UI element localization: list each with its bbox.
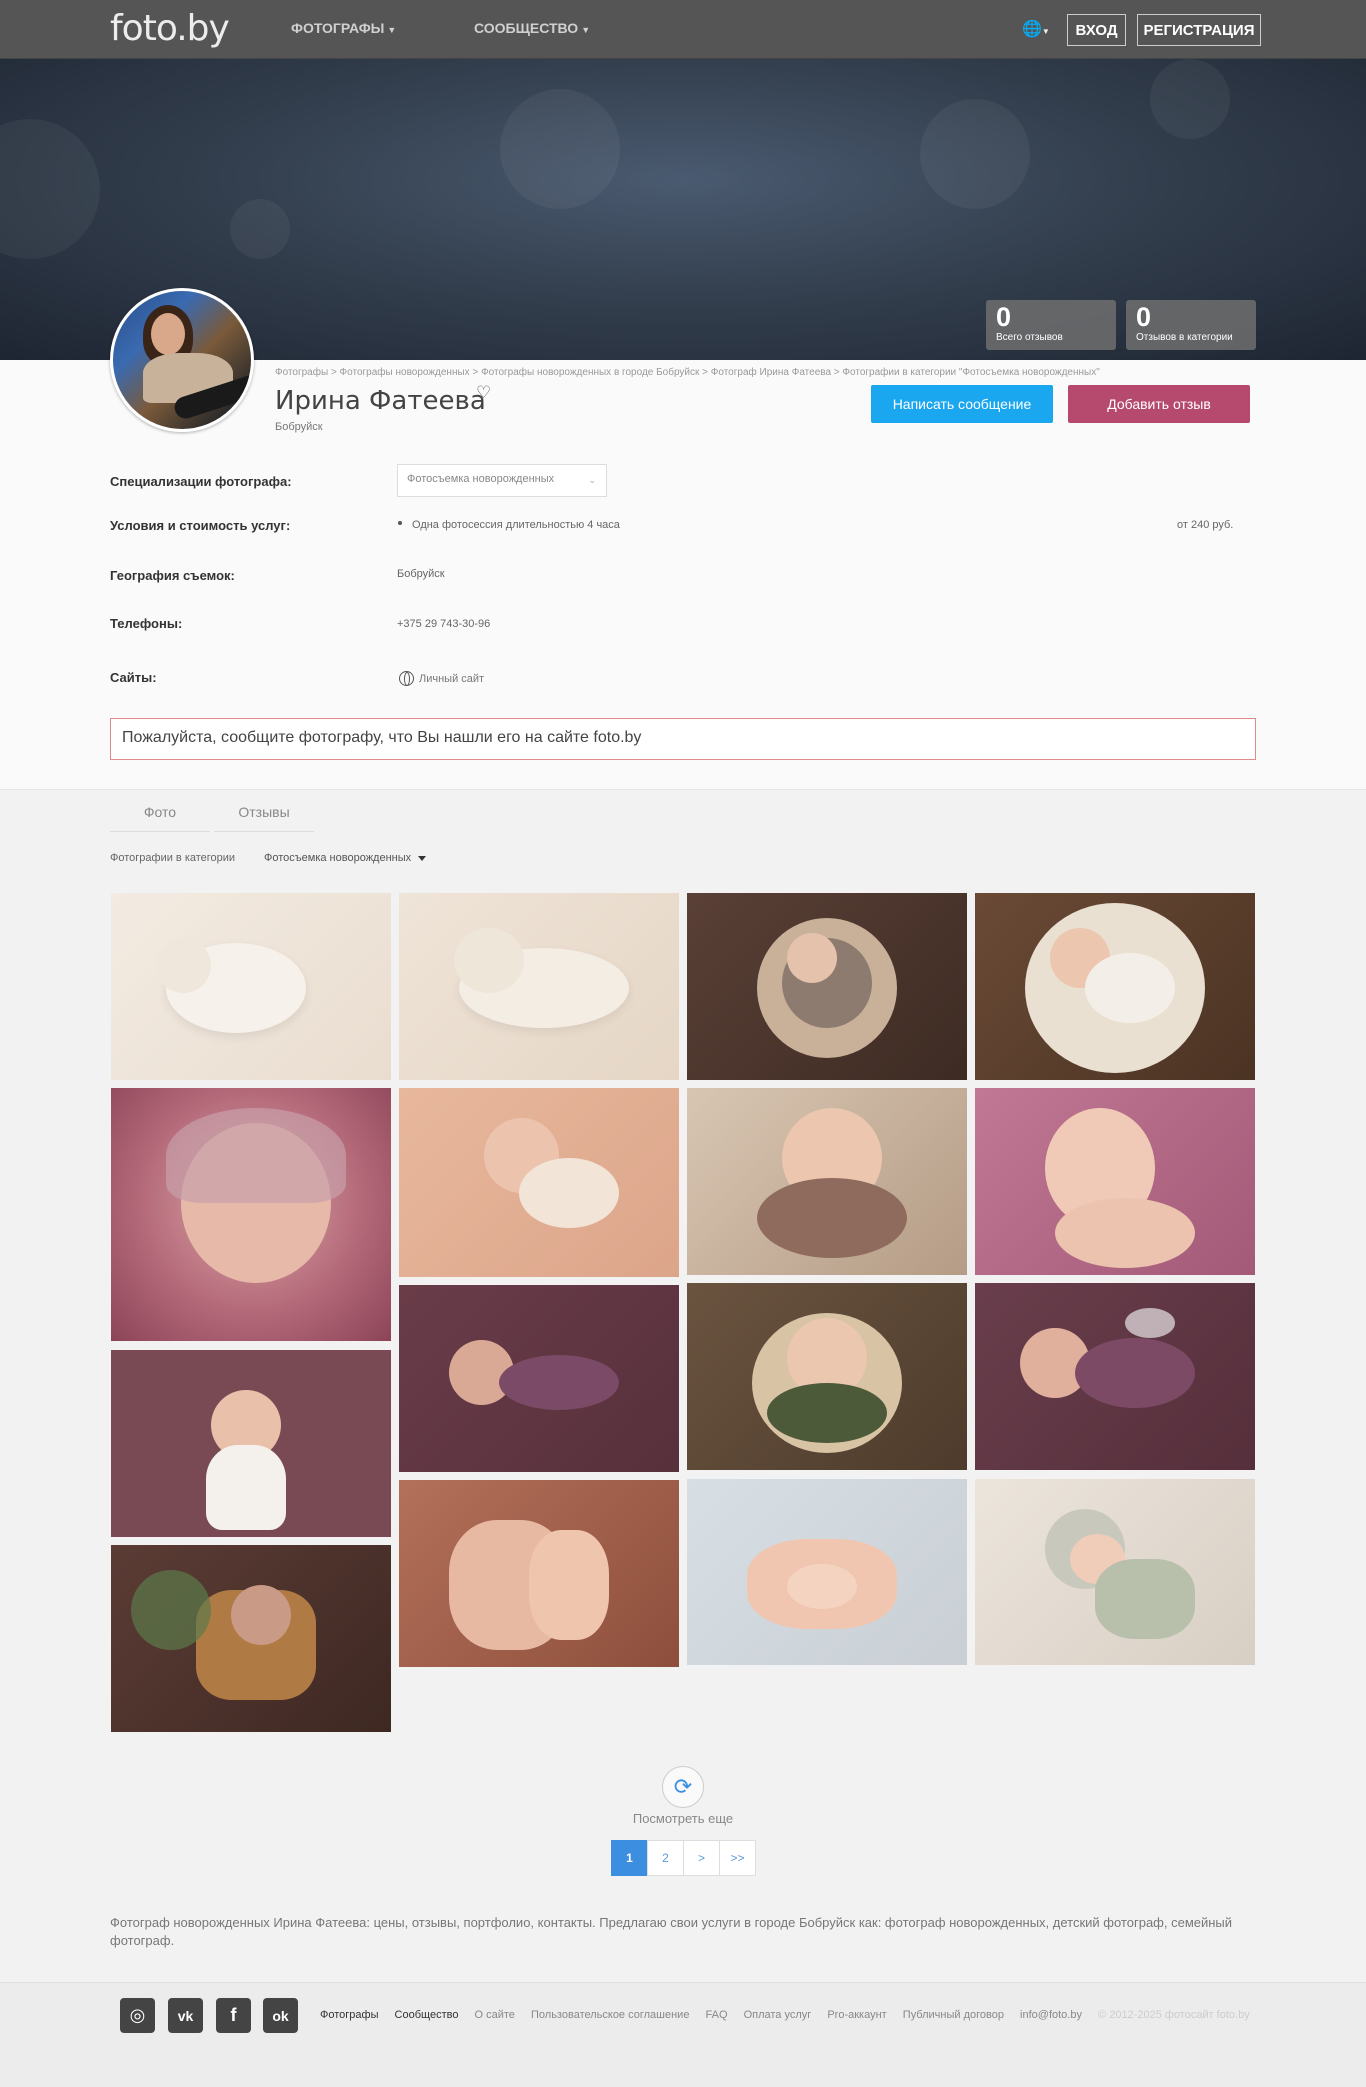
footer-link-email[interactable]: info@foto.by xyxy=(1020,2009,1082,2021)
footer-link-contract[interactable]: Публичный договор xyxy=(903,2009,1004,2021)
category-reviews-label: Отзывов в категории xyxy=(1136,332,1233,343)
terms-item: Одна фотосессия длительностью 4 часа xyxy=(412,519,620,531)
personal-site-link[interactable]: Личный сайт xyxy=(399,671,484,686)
personal-site-label: Личный сайт xyxy=(419,672,485,685)
avatar[interactable] xyxy=(110,288,254,432)
photo-thumbnail[interactable] xyxy=(399,1285,679,1472)
page-1[interactable]: 1 xyxy=(611,1840,648,1876)
refresh-icon[interactable]: ⟳ xyxy=(662,1766,704,1808)
photo-thumbnail[interactable] xyxy=(687,1283,967,1470)
vk-icon[interactable]: vk xyxy=(168,1998,203,2033)
caret-down-icon: ▼ xyxy=(581,25,591,35)
geography-label: География съемок: xyxy=(110,568,235,583)
photo-thumbnail[interactable] xyxy=(399,1088,679,1277)
footer xyxy=(0,1982,1366,2087)
phone-value[interactable]: +375 29 743-30-96 xyxy=(397,618,490,630)
breadcrumb[interactable]: Фотографы > Фотографы новорожденных > Фо… xyxy=(275,367,1100,378)
tab-photo[interactable]: Фото xyxy=(110,792,210,832)
top-navbar: foto.by ФОТОГРАФЫ ▼ СООБЩЕСТВО ▼ 🌐▼ ВХОД Р… xyxy=(0,0,1366,59)
caret-down-icon: ▼ xyxy=(387,25,397,35)
category-reviews-count: 0 xyxy=(1136,302,1152,332)
footer-copyright: © 2012-2025 фотосайт foto.by xyxy=(1098,2009,1250,2021)
language-globe-icon[interactable]: 🌐▼ xyxy=(1022,19,1050,39)
total-reviews-stat: 0 Всего отзывов xyxy=(986,300,1116,350)
photo-thumbnail[interactable] xyxy=(975,1088,1255,1275)
terms-label: Условия и стоимость услуг: xyxy=(110,518,291,533)
photo-thumbnail[interactable] xyxy=(975,893,1255,1080)
instagram-icon[interactable]: ◎ xyxy=(120,1998,155,2033)
nav-community[interactable]: СООБЩЕСТВО ▼ xyxy=(474,20,590,36)
footer-link-pro[interactable]: Pro-аккаунт xyxy=(827,2009,886,2021)
terms-price: от 240 руб. xyxy=(1177,519,1234,531)
add-review-button[interactable]: Добавить отзыв xyxy=(1068,385,1250,423)
specialization-select[interactable]: Фотосъемка новорожденных ⌄ xyxy=(397,464,607,497)
tab-reviews[interactable]: Отзывы xyxy=(214,792,314,832)
photo-thumbnail[interactable] xyxy=(687,1088,967,1275)
globe-icon xyxy=(399,671,414,686)
register-button[interactable]: РЕГИСТРАЦИЯ xyxy=(1137,14,1261,46)
favorite-heart-icon[interactable]: ♡ xyxy=(476,383,491,403)
photo-thumbnail[interactable] xyxy=(111,1088,391,1341)
photo-thumbnail[interactable] xyxy=(687,1479,967,1665)
site-logo[interactable]: foto.by xyxy=(110,8,230,49)
footer-link-faq[interactable]: FAQ xyxy=(706,2009,728,2021)
photographer-name: Ирина Фатеева xyxy=(275,386,486,416)
write-message-button[interactable]: Написать сообщение xyxy=(871,385,1053,423)
page-description: Фотограф новорожденных Ирина Фатеева: це… xyxy=(110,1915,1233,1948)
photo-thumbnail[interactable] xyxy=(975,1283,1255,1470)
odnoklassniki-icon[interactable]: ok xyxy=(263,1998,298,2033)
notice-banner: Пожалуйста, сообщите фотографу, что Вы н… xyxy=(110,718,1256,760)
total-reviews-count: 0 xyxy=(996,302,1012,332)
page-2[interactable]: 2 xyxy=(647,1840,684,1876)
nav-community-label: СООБЩЕСТВО xyxy=(474,20,579,36)
photo-thumbnail[interactable] xyxy=(687,893,967,1080)
specialization-label: Специализации фотографа: xyxy=(110,474,292,489)
category-label: Фотографии в категории xyxy=(110,852,236,864)
specialization-value: Фотосъемка новорожденных xyxy=(407,473,555,485)
page-last[interactable]: >> xyxy=(719,1840,756,1876)
footer-links: Фотографы Сообщество О сайте Пользовател… xyxy=(320,2009,1263,2021)
category-reviews-stat: 0 Отзывов в категории xyxy=(1126,300,1256,350)
nav-photographers[interactable]: ФОТОГРАФЫ ▼ xyxy=(291,20,396,36)
nav-photographers-label: ФОТОГРАФЫ xyxy=(291,20,385,36)
geography-value: Бобруйск xyxy=(397,568,445,580)
caret-down-icon xyxy=(418,855,427,861)
login-button[interactable]: ВХОД xyxy=(1067,14,1126,46)
bullet-icon xyxy=(398,521,402,525)
load-more-label[interactable]: Посмотреть еще xyxy=(0,1811,1366,1826)
photo-thumbnail[interactable] xyxy=(399,893,679,1080)
photo-thumbnail[interactable] xyxy=(111,893,391,1080)
category-dropdown[interactable]: Фотосъемка новорожденных xyxy=(264,852,427,864)
photo-thumbnail[interactable] xyxy=(399,1480,679,1667)
footer-link-community[interactable]: Сообщество xyxy=(395,2009,459,2021)
photographer-city: Бобруйск xyxy=(275,421,323,433)
chevron-down-icon: ⌄ xyxy=(588,475,596,485)
facebook-icon[interactable]: f xyxy=(216,1998,251,2033)
footer-link-about[interactable]: О сайте xyxy=(475,2009,515,2021)
category-selected: Фотосъемка новорожденных xyxy=(264,852,412,864)
footer-link-agreement[interactable]: Пользовательское соглашение xyxy=(531,2009,689,2021)
sites-label: Сайты: xyxy=(110,670,157,685)
photo-thumbnail[interactable] xyxy=(111,1545,391,1732)
total-reviews-label: Всего отзывов xyxy=(996,332,1063,343)
phones-label: Телефоны: xyxy=(110,616,183,631)
footer-link-photographers[interactable]: Фотографы xyxy=(320,2009,378,2021)
photo-thumbnail[interactable] xyxy=(975,1479,1255,1665)
photo-thumbnail[interactable] xyxy=(111,1350,391,1537)
page-next[interactable]: > xyxy=(683,1840,720,1876)
footer-link-payment[interactable]: Оплата услуг xyxy=(744,2009,812,2021)
